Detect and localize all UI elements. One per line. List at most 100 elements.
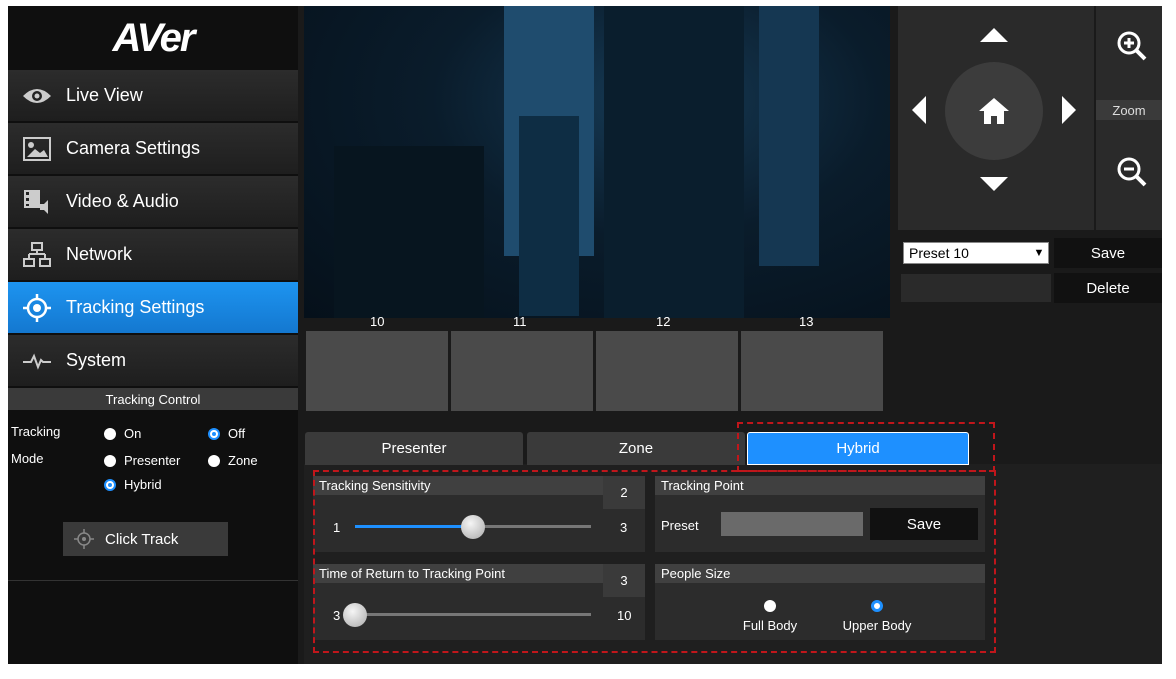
mode-label: Mode [11, 451, 44, 466]
sidebar-item-live-view[interactable]: Live View [8, 70, 298, 121]
pulse-icon [8, 351, 66, 371]
mode-hybrid-radio[interactable]: Hybrid [104, 477, 162, 492]
click-track-button[interactable]: Click Track [63, 522, 228, 556]
tracking-point-panel: Tracking Point Preset Save [655, 476, 985, 552]
video-scene-shape [519, 116, 579, 316]
network-icon [8, 241, 66, 268]
preset-save-button[interactable]: Save [1054, 238, 1162, 268]
eye-icon [8, 86, 66, 106]
slider-min-label: 1 [333, 520, 341, 535]
home-button[interactable] [945, 62, 1043, 160]
time-of-return-slider-knob[interactable] [343, 603, 367, 627]
sidebar-item-label: Live View [66, 85, 143, 105]
preset-thumbnail[interactable] [306, 331, 448, 411]
slider-max-label: 3 [620, 520, 628, 535]
sidebar-item-system[interactable]: System [8, 335, 298, 386]
sidebar-item-camera-settings[interactable]: Camera Settings [8, 123, 298, 174]
panel-title: People Size [655, 564, 985, 583]
tracking-off-radio[interactable]: Off [208, 426, 245, 441]
tab-presenter[interactable]: Presenter [305, 432, 523, 465]
sidebar-item-video-audio[interactable]: Video & Audio [8, 176, 298, 227]
slider-min-label: 3 [333, 608, 341, 623]
radio-dot [208, 454, 220, 467]
sidebar-item-tracking-settings[interactable]: Tracking Settings [8, 282, 298, 333]
tilt-down-icon[interactable] [980, 177, 1008, 191]
target-icon [8, 293, 66, 323]
preset-select-value: Preset 10 [909, 245, 969, 261]
tab-hybrid[interactable]: Hybrid [747, 432, 969, 465]
tracking-on-radio[interactable]: On [104, 426, 141, 441]
time-of-return-slider-track[interactable] [355, 613, 591, 616]
time-of-return-panel: Time of Return to Tracking Point 3 3 10 [313, 564, 645, 640]
preset-thumbnail[interactable] [596, 331, 738, 411]
sensitivity-slider-fill [355, 525, 473, 528]
pan-right-icon[interactable] [1062, 96, 1076, 124]
zoom-controls: Zoom [1096, 6, 1162, 230]
full-body-radio[interactable]: Full Body [730, 600, 810, 633]
image-icon [8, 136, 66, 161]
home-icon [979, 98, 1009, 124]
mode-zone-radio[interactable]: Zone [208, 453, 258, 468]
zoom-in-icon[interactable] [1116, 30, 1148, 62]
tracking-control-header: Tracking Control [8, 388, 298, 410]
thumbnail-label: 12 [656, 314, 671, 329]
panel-title: Time of Return to Tracking Point [313, 564, 603, 583]
radio-label: On [124, 426, 142, 441]
sidebar-item-label: Tracking Settings [66, 297, 205, 317]
thumbnail-label: 13 [799, 314, 814, 329]
radio-dot-selected [871, 600, 883, 612]
tracking-point-preset-field[interactable] [721, 512, 863, 536]
tilt-up-icon[interactable] [980, 28, 1008, 42]
time-of-return-value: 3 [603, 564, 645, 597]
preset-label: Preset [661, 518, 699, 533]
radio-label: Off [228, 426, 246, 441]
zoom-out-icon[interactable] [1116, 156, 1148, 188]
radio-label: Upper Body [842, 618, 912, 633]
pan-left-icon[interactable] [912, 96, 926, 124]
radio-dot [104, 454, 116, 467]
sidebar-item-label: Camera Settings [66, 138, 201, 158]
thumbnail-label: 11 [513, 314, 527, 329]
radio-dot [104, 427, 116, 440]
video-scene-shape [604, 6, 744, 318]
radio-label: Zone [228, 453, 258, 468]
film-speaker-icon [8, 188, 66, 216]
tracking-label: Tracking [11, 424, 61, 439]
sensitivity-value: 2 [603, 476, 645, 509]
radio-dot [764, 600, 776, 612]
sidebar: AVer Live View Camera Settings Video & A… [8, 6, 298, 664]
live-video-view[interactable] [304, 6, 890, 318]
ptz-pad [898, 6, 1094, 230]
mode-presenter-radio[interactable]: Presenter [104, 453, 180, 468]
thumbnail-label: 10 [370, 314, 385, 329]
preset-delete-button[interactable]: Delete [1054, 273, 1162, 303]
preset-thumbnail[interactable] [741, 331, 883, 411]
radio-label: Presenter [124, 453, 181, 468]
radio-label: Full Body [742, 618, 798, 633]
app-window: AVer Live View Camera Settings Video & A… [8, 6, 1162, 664]
panel-title: Tracking Point [655, 476, 985, 495]
sidebar-item-network[interactable]: Network [8, 229, 298, 280]
preset-thumbnail[interactable] [451, 331, 593, 411]
video-scene-shape [759, 6, 819, 266]
tracking-point-save-button[interactable]: Save [870, 508, 978, 540]
tracking-sensitivity-panel: Tracking Sensitivity 2 1 3 [313, 476, 645, 552]
people-size-panel: People Size Full Body Upper Body [655, 564, 985, 640]
radio-dot-selected [104, 478, 116, 491]
sidebar-item-label: Video & Audio [66, 191, 179, 211]
radio-dot-selected [208, 427, 220, 440]
aver-logo: AVer [112, 15, 196, 60]
sidebar-item-label: Network [66, 244, 133, 264]
click-track-label: Click Track [105, 530, 179, 548]
slider-max-label: 10 [617, 608, 632, 623]
sidebar-item-label: System [66, 350, 127, 370]
crosshair-icon [63, 529, 105, 549]
video-scene-shape [334, 146, 484, 318]
preset-empty-area [901, 274, 1051, 302]
preset-select[interactable]: Preset 10 ▼ [903, 242, 1049, 264]
radio-label: Hybrid [124, 477, 162, 492]
chevron-down-icon: ▼ [1033, 247, 1045, 259]
tab-zone[interactable]: Zone [527, 432, 745, 465]
upper-body-radio[interactable]: Upper Body [835, 600, 919, 633]
sensitivity-slider-knob[interactable] [461, 515, 485, 539]
